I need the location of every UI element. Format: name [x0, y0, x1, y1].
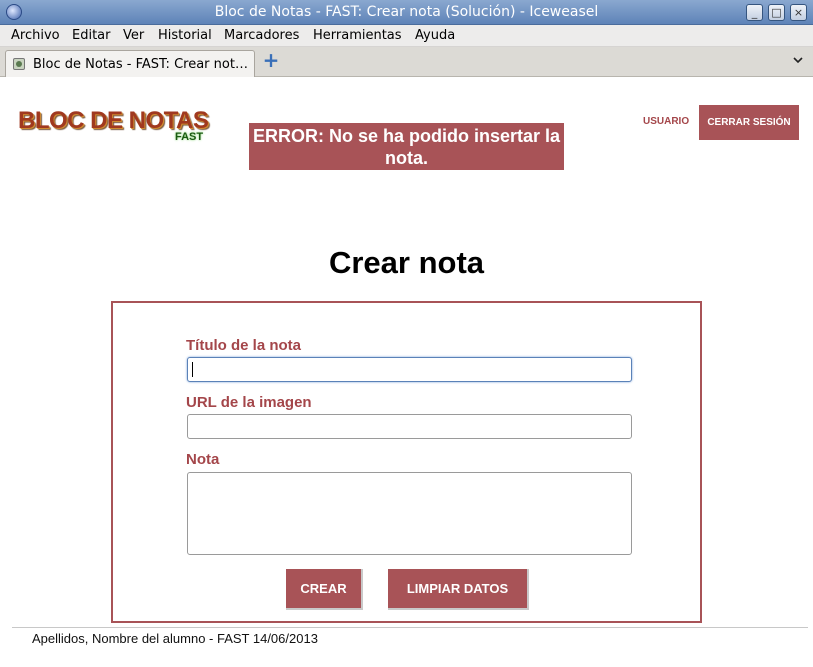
- menu-herramientas[interactable]: Herramientas: [313, 28, 402, 43]
- clear-data-button[interactable]: LIMPIAR DATOS: [388, 569, 529, 610]
- menu-editar[interactable]: Editar: [72, 28, 111, 43]
- menu-archivo[interactable]: Archivo: [11, 28, 60, 43]
- note-body-label: Nota: [186, 451, 220, 468]
- logo[interactable]: BLOC DE NOTAS FAST: [18, 107, 218, 147]
- minimize-button[interactable]: _: [746, 4, 763, 21]
- tab-active[interactable]: Bloc de Notas - FAST: Crear not…: [5, 50, 255, 77]
- menu-bar: Archivo Editar Ver Historial Marcadores …: [0, 25, 813, 47]
- window-titlebar: Bloc de Notas - FAST: Crear nota (Soluci…: [0, 0, 813, 25]
- user-link[interactable]: USUARIO: [643, 116, 689, 127]
- page-favicon-icon: [13, 58, 25, 70]
- text-caret: [192, 362, 193, 377]
- page-content: BLOC DE NOTAS FAST ERROR: No se ha podid…: [0, 77, 813, 667]
- error-message: ERROR: No se ha podido insertar la nota.: [249, 123, 564, 170]
- note-title-label: Título de la nota: [186, 337, 301, 354]
- note-title-input[interactable]: [187, 357, 632, 382]
- menu-marcadores[interactable]: Marcadores: [224, 28, 299, 43]
- menu-ver[interactable]: Ver: [123, 28, 144, 43]
- page-title: Crear nota: [328, 245, 485, 280]
- menu-ayuda[interactable]: Ayuda: [415, 28, 455, 43]
- image-url-input[interactable]: [187, 414, 632, 439]
- tab-list-chevron-down-icon[interactable]: [793, 55, 803, 65]
- tab-label: Bloc de Notas - FAST: Crear not…: [33, 57, 248, 72]
- menu-historial[interactable]: Historial: [158, 28, 212, 43]
- image-url-label: URL de la imagen: [186, 394, 312, 411]
- create-button[interactable]: CREAR: [286, 569, 363, 610]
- tab-bar: Bloc de Notas - FAST: Crear not… +: [0, 47, 813, 77]
- maximize-button[interactable]: □: [768, 4, 785, 21]
- note-body-textarea[interactable]: [187, 472, 632, 555]
- close-window-button[interactable]: ×: [790, 4, 807, 21]
- window-title: Bloc de Notas - FAST: Crear nota (Soluci…: [214, 4, 599, 20]
- new-tab-plus-icon[interactable]: +: [262, 50, 280, 70]
- footer-divider: [12, 627, 808, 628]
- footer-text: Apellidos, Nombre del alumno - FAST 14/0…: [32, 631, 318, 646]
- logo-sub-text: FAST: [175, 131, 204, 143]
- logout-button[interactable]: CERRAR SESIÓN: [699, 105, 799, 140]
